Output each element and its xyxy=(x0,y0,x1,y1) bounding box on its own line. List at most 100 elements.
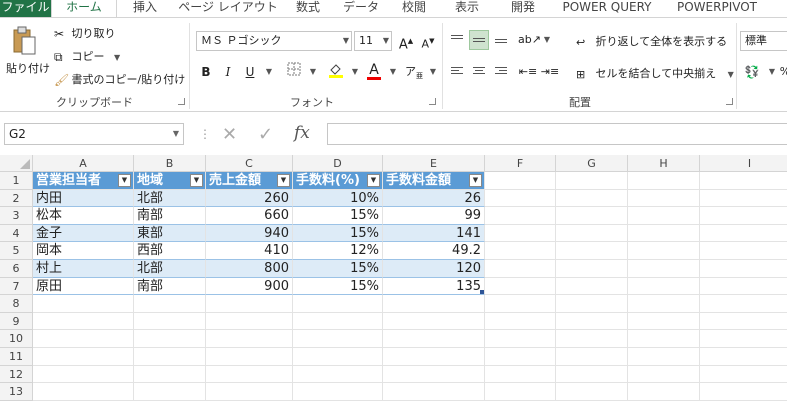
cell-b8[interactable] xyxy=(134,295,206,313)
cell-a11[interactable] xyxy=(33,348,134,366)
column-header-h[interactable]: H xyxy=(628,155,700,172)
cell-f7[interactable] xyxy=(485,277,556,296)
align-bottom-icon[interactable] xyxy=(491,30,511,50)
tab-insert[interactable]: 挿入 xyxy=(117,0,173,17)
cell-g5[interactable] xyxy=(556,242,628,260)
cell-h4[interactable] xyxy=(628,224,700,243)
formula-input[interactable] xyxy=(327,123,787,145)
cell-b11[interactable] xyxy=(134,348,206,366)
orientation-dropdown-icon[interactable]: ▼ xyxy=(537,30,557,50)
align-top-icon[interactable] xyxy=(447,30,467,50)
tab-view[interactable]: 表示 xyxy=(439,0,495,17)
row-header-8[interactable]: 8 xyxy=(0,295,33,313)
align-middle-icon[interactable] xyxy=(469,30,489,50)
cell-g6[interactable] xyxy=(556,260,628,278)
row-header-10[interactable]: 10 xyxy=(0,330,33,348)
cell-d12[interactable] xyxy=(293,365,383,384)
cell-a9[interactable] xyxy=(33,312,134,331)
merge-center-dropdown-icon[interactable]: ▼ xyxy=(728,70,734,79)
column-header-c[interactable]: C xyxy=(206,155,293,172)
cell-g11[interactable] xyxy=(556,348,628,366)
cell-h3[interactable] xyxy=(628,207,700,225)
column-header-g[interactable]: G xyxy=(556,155,628,172)
cell-d1[interactable]: 手数料(%) ▼ xyxy=(293,172,383,190)
cell-h5[interactable] xyxy=(628,242,700,260)
cell-i10[interactable] xyxy=(700,330,787,348)
fill-color-icon[interactable] xyxy=(326,62,346,82)
cell-c13[interactable] xyxy=(206,383,293,401)
decrease-font-icon[interactable]: A▼ xyxy=(418,31,438,51)
orientation-icon[interactable]: ab↗ xyxy=(518,30,541,50)
row-header-2[interactable]: 2 xyxy=(0,189,33,208)
cell-f11[interactable] xyxy=(485,348,556,366)
cell-e9[interactable] xyxy=(383,312,485,331)
underline-button[interactable]: U xyxy=(240,62,260,82)
tab-file[interactable]: ファイル xyxy=(0,0,51,17)
cell-h7[interactable] xyxy=(628,277,700,296)
cell-b7[interactable]: 南部 xyxy=(134,277,206,296)
cell-h12[interactable] xyxy=(628,365,700,384)
cancel-icon[interactable]: ✕ xyxy=(222,124,237,145)
cell-a4[interactable]: 金子 xyxy=(33,224,134,243)
cell-b3[interactable]: 南部 xyxy=(134,207,206,225)
cell-i9[interactable] xyxy=(700,313,787,331)
cell-c11[interactable] xyxy=(206,348,293,366)
cell-d8[interactable] xyxy=(293,295,383,313)
cell-h10[interactable] xyxy=(628,330,700,348)
cell-b1[interactable]: 地域 ▼ xyxy=(134,172,206,190)
cell-i7[interactable] xyxy=(700,278,787,296)
filter-dropdown-icon[interactable]: ▼ xyxy=(277,174,290,187)
column-header-d[interactable]: D xyxy=(293,155,383,172)
cell-a8[interactable] xyxy=(33,295,134,313)
cell-h2[interactable] xyxy=(628,189,700,208)
cell-d9[interactable] xyxy=(293,312,383,331)
column-header-f[interactable]: F xyxy=(485,155,556,172)
cell-g8[interactable] xyxy=(556,295,628,313)
align-right-icon[interactable] xyxy=(491,62,511,82)
cell-i5[interactable] xyxy=(700,242,787,260)
bold-button[interactable]: B xyxy=(196,62,216,82)
cell-f4[interactable] xyxy=(485,224,556,243)
cell-g2[interactable] xyxy=(556,189,628,208)
cell-e1[interactable]: 手数料金額 ▼ xyxy=(383,172,485,190)
cell-a7[interactable]: 原田 xyxy=(33,277,134,296)
cell-a1[interactable]: 営業担当者 ▼ xyxy=(33,172,134,190)
cell-i1[interactable] xyxy=(700,172,787,190)
cell-c1[interactable]: 売上金額 ▼ xyxy=(206,172,293,190)
phonetic-dropdown-icon[interactable]: ▼ xyxy=(423,62,443,82)
font-name-combo[interactable]: ＭＳ Ｐゴシック ▼ xyxy=(196,31,352,51)
font-color-icon[interactable]: A xyxy=(364,60,384,80)
font-size-combo[interactable]: 11 ▼ xyxy=(354,31,392,51)
row-header-9[interactable]: 9 xyxy=(0,312,33,331)
cell-c3[interactable]: 660 xyxy=(206,207,293,225)
cell-b13[interactable] xyxy=(134,383,206,401)
merge-center-button[interactable]: ⊞ セルを結合して中央揃え ▼ xyxy=(576,65,734,81)
cell-f1[interactable] xyxy=(485,172,556,190)
wrap-text-button[interactable]: ↩ 折り返して全体を表示する xyxy=(576,33,727,49)
cell-h11[interactable] xyxy=(628,348,700,366)
cell-d10[interactable] xyxy=(293,330,383,348)
cell-e3[interactable]: 99 xyxy=(383,207,485,225)
filter-dropdown-icon[interactable]: ▼ xyxy=(367,174,380,187)
cell-g7[interactable] xyxy=(556,277,628,296)
cell-i12[interactable] xyxy=(700,366,787,384)
cell-e7[interactable]: 135 xyxy=(383,277,485,296)
cell-g1[interactable] xyxy=(556,172,628,190)
cell-f8[interactable] xyxy=(485,295,556,313)
copy-button[interactable]: ⧉ コピー ▼ xyxy=(54,48,120,65)
tab-power-query[interactable]: POWER QUERY xyxy=(551,0,663,17)
cell-a12[interactable] xyxy=(33,365,134,384)
cell-d2[interactable]: 10% xyxy=(293,189,383,208)
row-header-12[interactable]: 12 xyxy=(0,365,33,384)
cell-e13[interactable] xyxy=(383,383,485,401)
align-left-icon[interactable] xyxy=(447,62,467,82)
cell-a10[interactable] xyxy=(33,330,134,348)
underline-dropdown-icon[interactable]: ▼ xyxy=(259,62,279,82)
filter-dropdown-icon[interactable]: ▼ xyxy=(469,174,482,187)
cut-button[interactable]: ✂ 切り取り xyxy=(54,25,116,41)
row-header-1[interactable]: 1 xyxy=(0,172,33,190)
cell-i3[interactable] xyxy=(700,207,787,225)
cell-c4[interactable]: 940 xyxy=(206,224,293,243)
cell-f2[interactable] xyxy=(485,189,556,208)
cell-h6[interactable] xyxy=(628,260,700,278)
